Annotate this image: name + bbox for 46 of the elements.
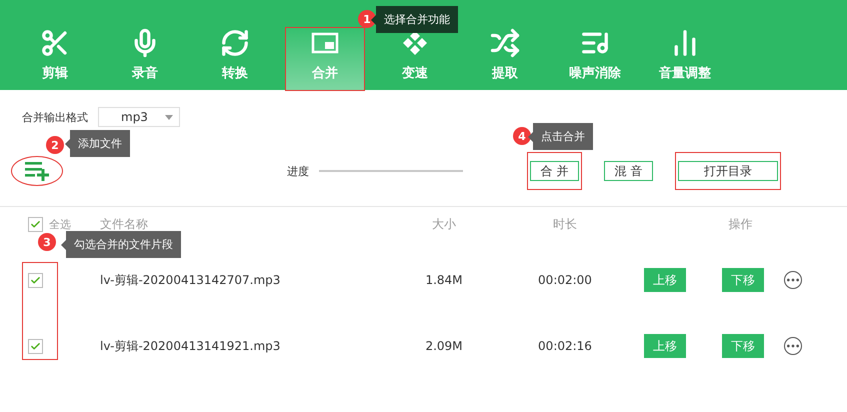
add-list-icon	[23, 160, 51, 182]
move-button[interactable]: 下移	[722, 334, 764, 358]
file-size: 1.84M	[424, 272, 464, 289]
more-icon[interactable]	[784, 271, 802, 289]
tooltip: 勾选合并的文件片段	[61, 231, 181, 258]
format-label: 合并输出格式	[22, 110, 88, 124]
action-button[interactable]: 混 音	[604, 161, 653, 181]
file-name: lv-剪辑-20200413141921.mp3	[100, 338, 282, 354]
move-button[interactable]: 上移	[644, 268, 686, 292]
toolbar-tab[interactable]: 噪声消除	[556, 28, 634, 90]
tooltip: 添加文件	[65, 130, 130, 157]
step-badge: 2	[46, 136, 64, 154]
more-icon[interactable]	[784, 337, 802, 355]
progress-label: 进度	[287, 164, 309, 178]
file-duration: 00:02:00	[537, 272, 593, 289]
shuffle-icon	[490, 28, 520, 58]
check-icon	[30, 274, 41, 286]
column-header: 时长	[552, 216, 578, 232]
toolbar-tab[interactable]: 录音	[106, 28, 184, 90]
move-button[interactable]: 上移	[644, 334, 686, 358]
checkbox[interactable]	[28, 338, 43, 354]
column-header: 操作	[728, 216, 754, 232]
move-button[interactable]: 下移	[722, 268, 764, 292]
toolbar-tab[interactable]: 转换	[196, 28, 274, 90]
select-all-label: 全选	[49, 216, 71, 232]
column-header: 大小	[431, 216, 457, 232]
check-icon	[30, 340, 41, 352]
toolbar-tab[interactable]: 剪辑	[16, 28, 94, 90]
file-size: 2.09M	[424, 338, 464, 355]
checkbox[interactable]	[28, 216, 43, 232]
tooltip: 点击合并	[528, 123, 593, 150]
file-duration: 00:02:16	[537, 338, 593, 355]
check-icon	[30, 218, 41, 230]
toolbar-tab[interactable]: 音量调整	[646, 28, 724, 90]
column-header: 文件名称	[100, 216, 149, 232]
add-file-button[interactable]	[11, 156, 63, 186]
checkbox[interactable]	[28, 272, 43, 288]
step-badge: 3	[38, 233, 56, 251]
refresh-icon	[220, 28, 250, 58]
action-button[interactable]: 合 并	[530, 161, 579, 181]
toolbar-tab[interactable]: 提取	[466, 28, 544, 90]
toolbar-tab[interactable]: 合并	[286, 28, 364, 90]
action-button[interactable]: 打开目录	[678, 161, 778, 181]
tooltip: 选择合并功能	[371, 6, 458, 33]
format-select[interactable]: mp3	[98, 107, 180, 127]
file-name: lv-剪辑-20200413142707.mp3	[100, 272, 282, 288]
